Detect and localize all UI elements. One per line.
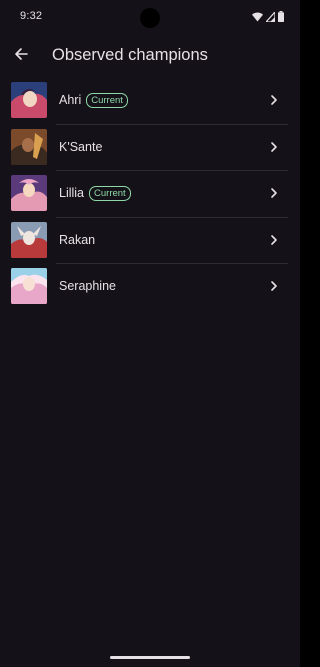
chevron-right-icon <box>268 187 280 199</box>
champion-name: K'Sante <box>59 139 103 154</box>
arrow-left-icon <box>14 47 28 66</box>
current-badge: Current <box>86 92 128 108</box>
chevron-right-icon <box>268 234 280 246</box>
status-bar: 9:32 <box>0 0 300 34</box>
chevron-right-icon <box>268 280 280 292</box>
gesture-bar[interactable] <box>110 656 190 659</box>
champion-row-ksante[interactable]: K'Sante <box>0 123 300 171</box>
page-title: Observed champions <box>52 46 208 64</box>
champion-row-ahri[interactable]: Ahri Current <box>0 77 300 124</box>
chevron-right-icon <box>268 94 280 106</box>
champion-name: Lillia <box>59 186 85 201</box>
champion-avatar <box>11 268 47 304</box>
champion-row-rakan[interactable]: Rakan <box>0 216 300 264</box>
status-icons <box>252 11 284 22</box>
champion-avatar <box>11 221 47 258</box>
app-bar: Observed champions <box>0 34 300 80</box>
champion-row-lillia[interactable]: Lillia Current <box>0 170 300 217</box>
champion-name-row: Seraphine <box>59 263 116 310</box>
champion-name-row: Ahri Current <box>59 77 128 124</box>
champion-row-seraphine[interactable]: Seraphine <box>0 263 300 310</box>
battery-icon <box>278 11 284 22</box>
champion-name: Seraphine <box>59 279 116 294</box>
signal-icon <box>266 11 275 22</box>
champion-avatar <box>11 175 47 211</box>
camera-cutout <box>140 8 160 28</box>
champion-list: Ahri Current K'Sante Lillia Current Raka… <box>0 77 300 310</box>
champion-name: Ahri <box>59 93 82 108</box>
back-button[interactable] <box>6 41 36 71</box>
champion-name: Rakan <box>59 232 96 247</box>
status-time: 9:32 <box>20 10 43 22</box>
champion-name-row: Rakan <box>59 217 95 264</box>
champion-avatar <box>11 128 47 165</box>
champion-name-row: K'Sante <box>59 124 102 171</box>
wifi-icon <box>252 12 263 22</box>
screen: 9:32 Observed champions Ahri Current K'S… <box>0 0 300 667</box>
current-badge: Current <box>89 185 131 201</box>
champion-avatar <box>11 82 47 118</box>
champion-name-row: Lillia Current <box>59 170 131 217</box>
chevron-right-icon <box>268 141 280 153</box>
